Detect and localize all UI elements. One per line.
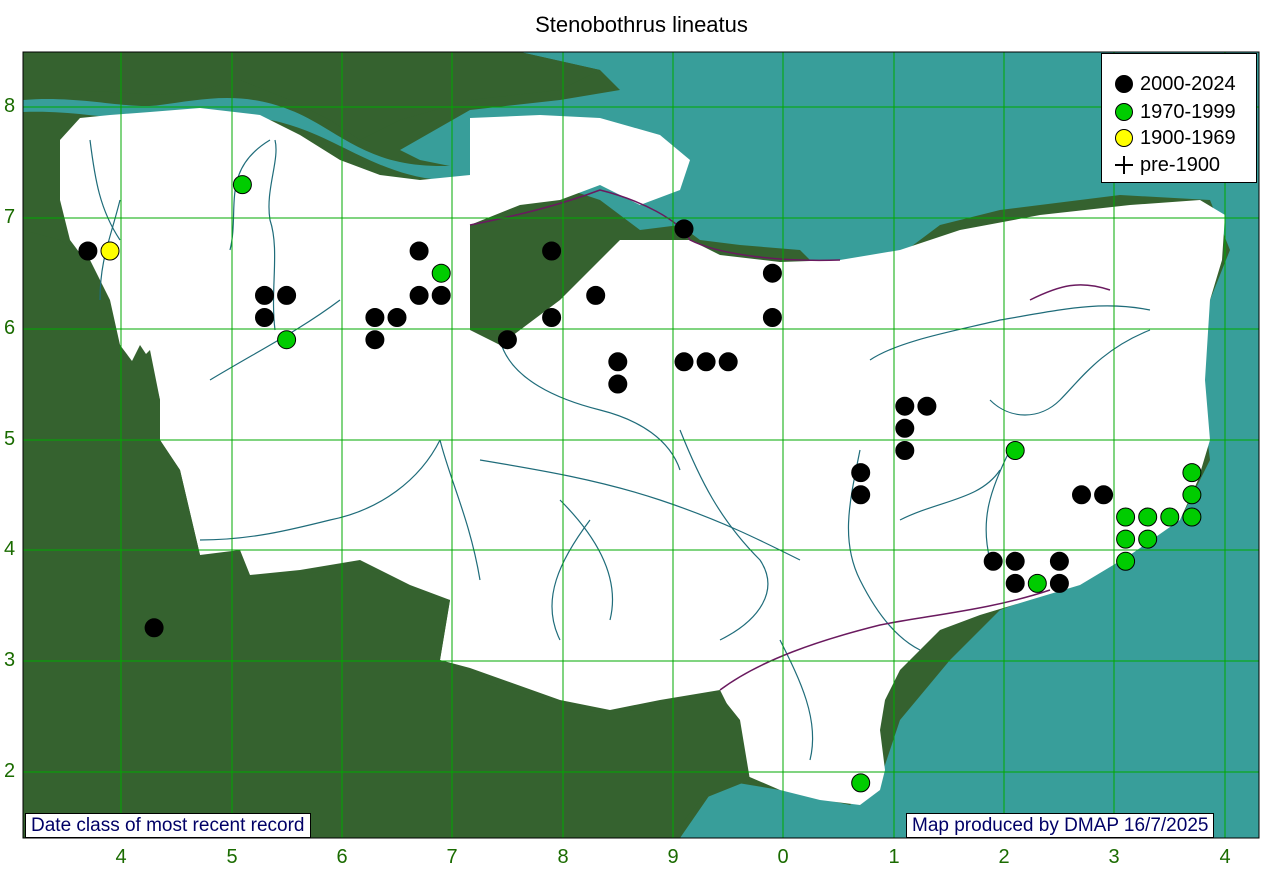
record-dot	[851, 485, 871, 505]
black-dot-icon	[1115, 75, 1133, 93]
x-tick-label: 7	[446, 846, 458, 868]
record-dot	[895, 396, 915, 416]
legend-label: 1970-1999	[1140, 100, 1236, 123]
cross-icon	[1114, 155, 1134, 175]
yellow-dot-icon	[1115, 129, 1133, 147]
record-dot	[255, 285, 274, 305]
record-dot	[497, 330, 517, 350]
record-dot	[542, 241, 562, 261]
y-tick-label: 8	[4, 95, 16, 117]
legend-label: pre-1900	[1140, 153, 1221, 176]
record-dot	[762, 263, 782, 283]
x-tick-label: 0	[777, 846, 789, 868]
record-dot	[696, 352, 716, 372]
record-dot	[1005, 573, 1025, 593]
record-dot	[1116, 507, 1136, 527]
y-tick-label: 7	[4, 206, 16, 228]
record-dot	[387, 308, 407, 327]
record-dot	[431, 285, 451, 305]
record-dot	[100, 241, 120, 261]
map-legend: 2000-2024 1970-1999 1900-1969 pre-1900	[1101, 53, 1257, 183]
legend-item-1900-1969: 1900-1969	[1114, 126, 1236, 150]
record-dot	[1138, 529, 1158, 549]
record-dot	[277, 330, 297, 350]
x-tick-label: 8	[557, 846, 569, 868]
record-dot	[1049, 551, 1069, 571]
record-dot	[851, 463, 871, 483]
record-dot	[608, 374, 628, 394]
record-dot	[608, 352, 628, 372]
x-tick-label: 5	[226, 846, 238, 868]
x-tick-label: 6	[336, 846, 348, 868]
x-tick-label: 4	[115, 846, 127, 868]
x-tick-label: 2	[998, 846, 1010, 868]
record-dot	[983, 551, 1003, 571]
caption-produced-by: Map produced by DMAP 16/7/2025	[906, 813, 1215, 838]
record-dot	[431, 263, 451, 283]
record-dot	[1182, 463, 1202, 483]
record-dot	[917, 396, 937, 416]
record-dot	[1182, 485, 1202, 505]
distribution-map	[22, 51, 1260, 839]
y-tick-label: 5	[4, 428, 16, 450]
caption-date-class: Date class of most recent record	[25, 813, 311, 838]
legend-item-1970-1999: 1970-1999	[1114, 100, 1236, 124]
x-tick-label: 9	[667, 846, 679, 868]
record-dot	[255, 308, 274, 327]
x-tick-label: 1	[888, 846, 900, 868]
y-tick-label: 4	[4, 538, 16, 560]
record-dot	[586, 285, 606, 305]
record-dot	[409, 285, 429, 305]
record-dot	[1049, 573, 1069, 593]
record-dot	[895, 418, 915, 438]
record-dot	[1005, 441, 1025, 460]
legend-label: 1900-1969	[1140, 126, 1236, 149]
x-tick-label: 3	[1108, 846, 1120, 868]
y-tick-label: 6	[4, 317, 16, 339]
record-dot	[1182, 507, 1202, 527]
record-dot	[718, 352, 738, 372]
y-tick-label: 2	[4, 760, 16, 782]
record-dot	[851, 773, 871, 793]
record-dot	[895, 441, 915, 460]
record-dot	[409, 241, 429, 261]
record-dot	[365, 330, 385, 350]
record-dot	[1116, 551, 1136, 571]
record-dot	[232, 175, 252, 195]
record-dot	[1005, 551, 1025, 571]
record-dot	[1094, 485, 1114, 505]
green-dot-icon	[1115, 103, 1133, 121]
record-dot	[674, 219, 694, 239]
record-dot	[1160, 507, 1180, 527]
record-dot	[1138, 507, 1158, 527]
y-tick-label: 3	[4, 649, 16, 671]
record-dot	[542, 308, 562, 327]
record-dot	[762, 308, 782, 327]
record-dot	[674, 352, 694, 372]
record-dot	[78, 241, 98, 261]
record-dot	[144, 618, 164, 638]
x-tick-label: 4	[1219, 846, 1231, 868]
record-dot	[277, 285, 297, 305]
record-dot	[1072, 485, 1091, 505]
legend-label: 2000-2024	[1140, 72, 1236, 95]
record-dot	[1027, 573, 1047, 593]
legend-item-2000-2024: 2000-2024	[1114, 72, 1236, 96]
legend-item-pre-1900: pre-1900	[1114, 153, 1220, 177]
record-dot	[365, 308, 385, 327]
record-dot	[1116, 529, 1136, 549]
